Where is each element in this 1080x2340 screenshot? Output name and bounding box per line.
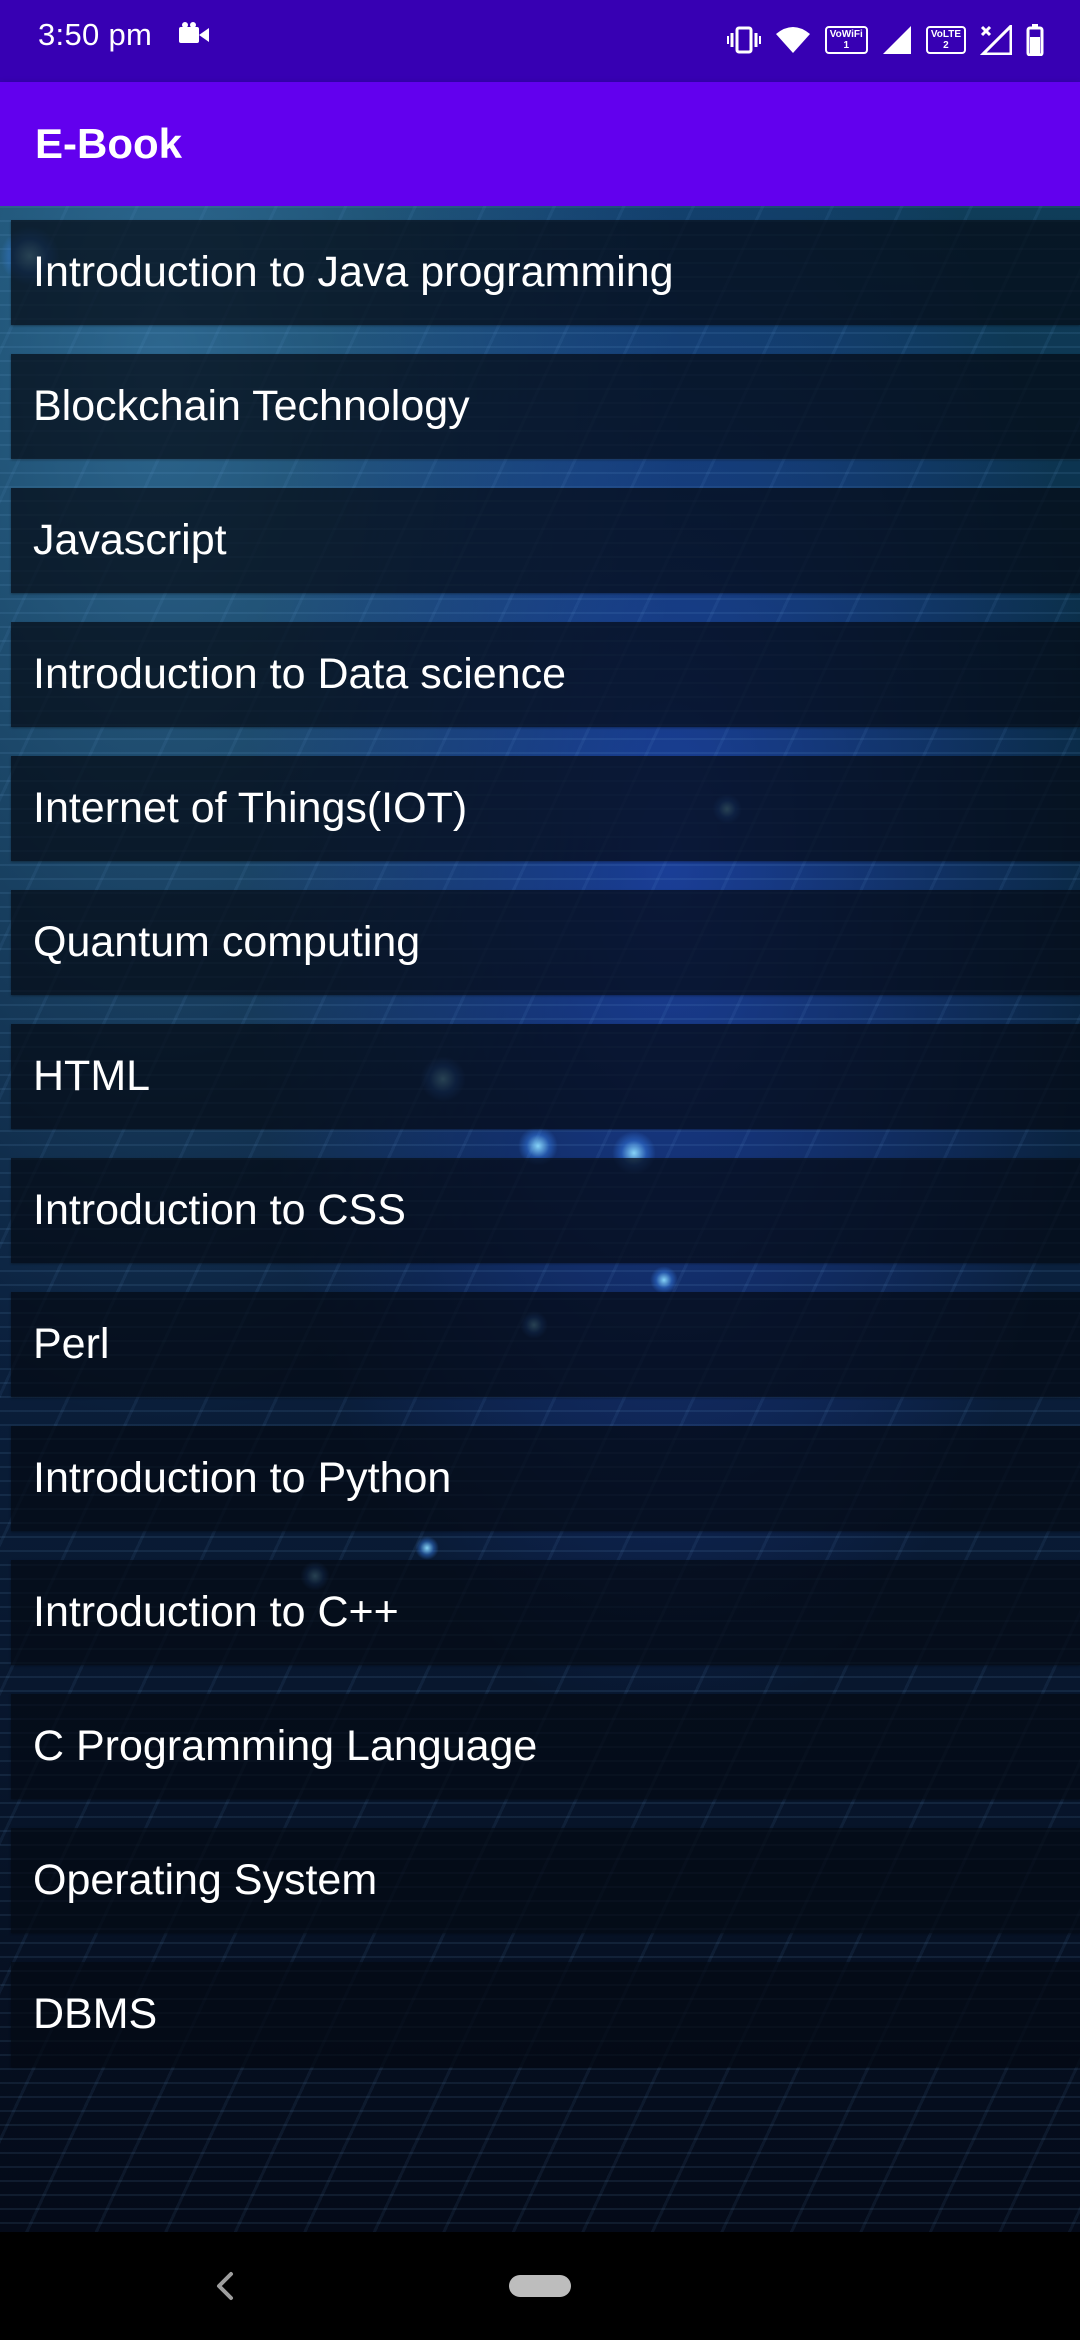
book-title: Operating System [33,1856,378,1904]
vibrate-icon [726,25,761,55]
book-title: Quantum computing [33,918,421,966]
book-item[interactable]: Operating System [11,1828,1080,1933]
app-title: E-Book [35,120,182,167]
book-title: Introduction to Data science [33,650,567,698]
book-item[interactable]: Introduction to Data science [11,622,1080,727]
book-item[interactable]: HTML [11,1024,1080,1129]
vowifi-label: VoWiFi [829,29,863,40]
book-item[interactable]: Blockchain Technology [11,354,1080,459]
book-item[interactable]: Quantum computing [11,890,1080,995]
book-title: Blockchain Technology [33,382,470,430]
video-camera-icon [178,22,210,53]
vowifi-badge: VoWiFi 1 [824,26,868,54]
book-item[interactable]: Introduction to Java programming [11,220,1080,325]
status-icons: VoWiFi 1 VoLTE 2 [726,14,1044,66]
signal-no-data-icon [980,25,1012,55]
book-title: Javascript [33,516,227,564]
back-chevron-icon[interactable] [205,2262,245,2310]
volte-label: VoLTE [930,29,961,40]
book-title: C Programming Language [33,1722,538,1770]
vowifi-sim: 1 [843,40,850,51]
book-item[interactable]: C Programming Language [11,1694,1080,1799]
book-title: DBMS [33,1990,158,2038]
book-title: Perl [33,1320,110,1368]
book-item[interactable]: Introduction to C++ [11,1560,1080,1665]
app-bar: E-Book [0,82,1080,206]
book-item[interactable]: Introduction to Python [11,1426,1080,1531]
book-list-screen[interactable]: Introduction to Java programming Blockch… [0,206,1080,2232]
status-bar: 3:50 pm VoWiFi 1 VoLTE 2 [0,0,1080,82]
book-item[interactable]: Javascript [11,488,1080,593]
battery-icon [1026,24,1044,56]
book-item[interactable]: Introduction to CSS [11,1158,1080,1263]
book-title: Introduction to C++ [33,1588,399,1636]
home-pill-icon[interactable] [509,2275,571,2297]
book-title: Introduction to Python [33,1454,452,1502]
book-title: HTML [33,1052,151,1100]
book-title: Introduction to CSS [33,1186,406,1234]
book-list: Introduction to Java programming Blockch… [11,220,1080,2096]
book-item[interactable]: DBMS [11,1962,1080,2067]
status-time: 3:50 pm [38,17,153,52]
signal-icon [882,25,912,55]
book-title: Internet of Things(IOT) [33,784,468,832]
volte-sim: 2 [943,40,949,51]
book-title: Introduction to Java programming [33,248,674,296]
wifi-icon [775,25,811,55]
book-item[interactable]: Perl [11,1292,1080,1397]
volte-badge: VoLTE 2 [925,26,966,54]
book-item[interactable]: Internet of Things(IOT) [11,756,1080,861]
navigation-bar [0,2232,1080,2340]
